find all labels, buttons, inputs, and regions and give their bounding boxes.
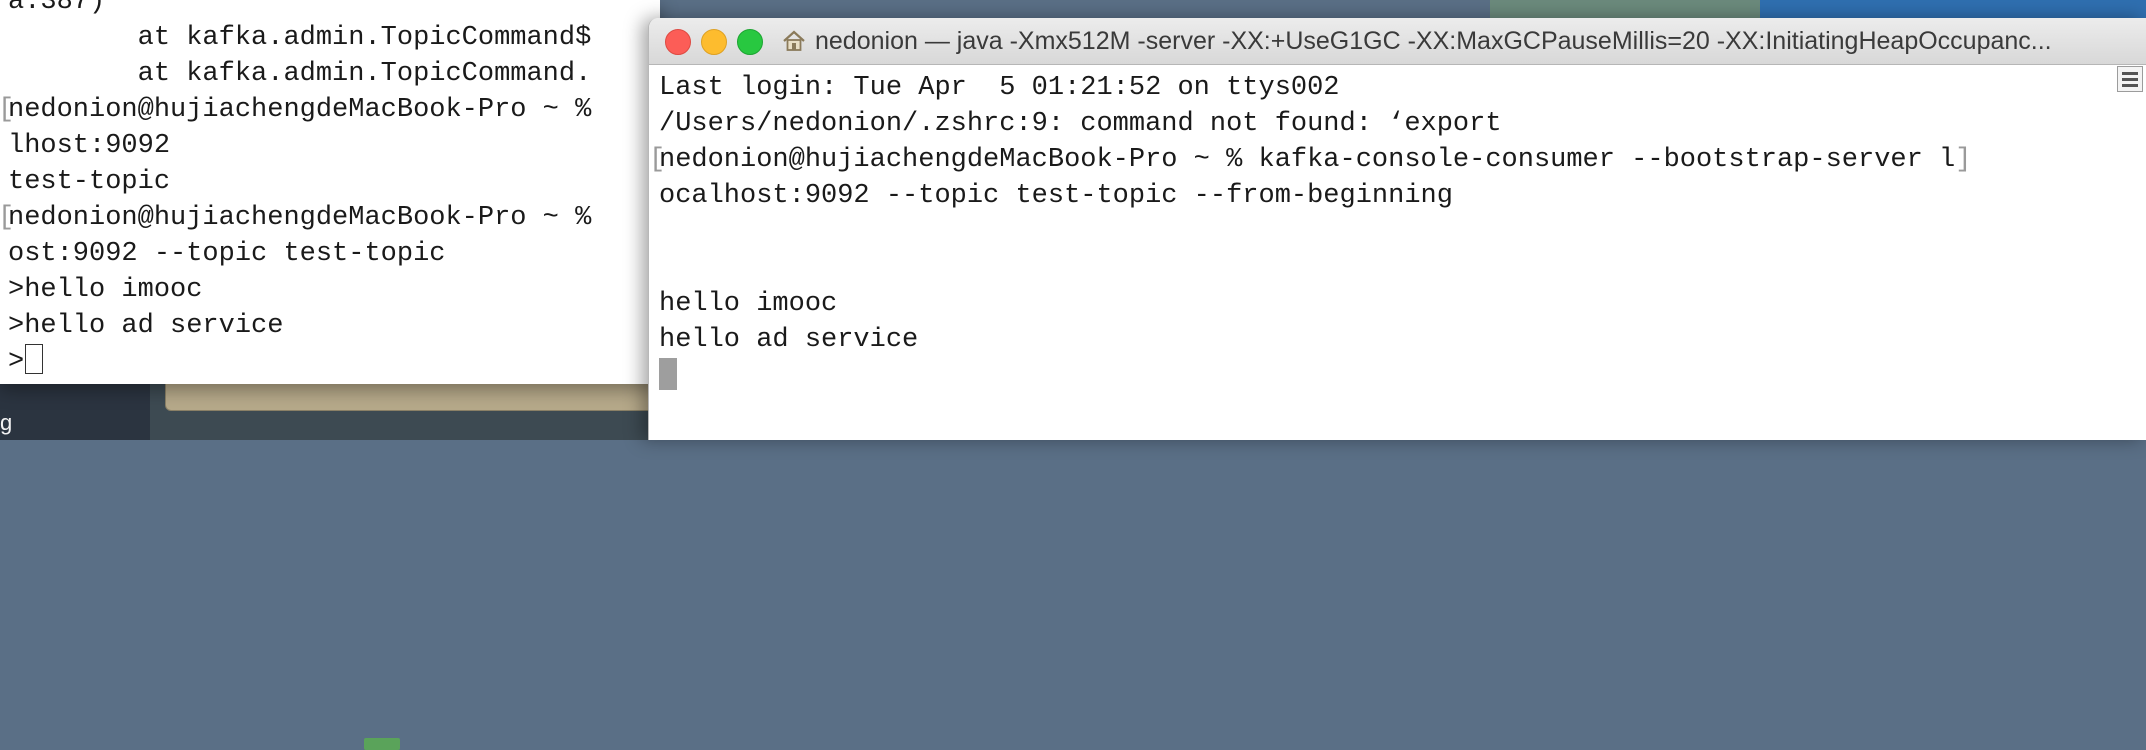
terminal-line-text: nedonion@hujiachengdeMacBook-Pro ~ % [8,203,592,233]
terminal-cursor-line[interactable] [659,358,1971,394]
input-prompt: > [8,347,25,377]
terminal-line-text: lhost:9092 [8,131,171,161]
terminal-line: >hello imooc [8,272,591,308]
terminal-line-text: Last login: Tue Apr 5 01:21:52 on ttys00… [659,73,1340,103]
maximize-button[interactable] [737,29,763,55]
close-button[interactable] [665,29,691,55]
text-cursor [659,358,677,390]
terminal-line-text: nedonion@hujiachengdeMacBook-Pro ~ % kaf… [659,145,1956,175]
front-terminal-window[interactable]: nedonion — java -Xmx512M -server -XX:+Us… [648,18,2146,440]
text-cursor [25,344,44,374]
terminal-line: hello imooc [659,286,1971,322]
terminal-line: at kafka.admin.TopicCommand. [8,56,592,92]
front-terminal-output: Last login: Tue Apr 5 01:21:52 on ttys00… [649,70,1972,394]
back-terminal-window[interactable]: a:387) at kafka.admin.TopicCommand$ at k… [0,0,660,384]
terminal-line-text: test-topic [8,167,171,197]
terminal-line: lhost:9092 [8,128,591,164]
terminal-line-text: ost:9092 --topic test-topic [8,239,446,269]
terminal-line-text: >hello ad service [8,311,284,341]
prompt-marker: [ [649,145,666,175]
terminal-line: [nedonion@hujiachengdeMacBook-Pro ~ % [0,92,592,128]
prompt-marker: [ [0,92,14,128]
terminal-line-text: hello imooc [659,289,838,319]
window-titlebar[interactable]: nedonion — java -Xmx512M -server -XX:+Us… [649,18,2146,65]
terminal-line: test-topic [8,164,591,200]
terminal-input-line[interactable]: > [8,344,591,380]
terminal-line: Last login: Tue Apr 5 01:21:52 on ttys00… [659,70,1971,106]
home-icon [783,30,805,51]
terminal-line-text: nedonion@hujiachengdeMacBook-Pro ~ % [8,95,592,125]
terminal-line: [nedonion@hujiachengdeMacBook-Pro ~ % [0,200,592,236]
terminal-line-text: ocalhost:9092 --topic test-topic --from-… [659,181,1453,211]
terminal-line-text: at kafka.admin.TopicCommand. [8,59,592,89]
minimize-button[interactable] [701,29,727,55]
terminal-line-text: a:387) [8,0,106,17]
scroll-marks-icon[interactable] [2117,66,2143,92]
terminal-line: [nedonion@hujiachengdeMacBook-Pro ~ % ka… [649,142,1972,178]
back-terminal-output: a:387) at kafka.admin.TopicCommand$ at k… [0,0,592,380]
terminal-line: ost:9092 --topic test-topic [8,236,591,272]
terminal-line: hello ad service [659,322,1971,358]
terminal-line: /Users/nedonion/.zshrc:9: command not fo… [659,106,1971,142]
terminal-line: a:387) [8,0,591,20]
window-title: nedonion — java -Xmx512M -server -XX:+Us… [815,27,2052,55]
terminal-line: >hello ad service [8,308,591,344]
terminal-line-text: /Users/nedonion/.zshrc:9: command not fo… [659,109,1502,139]
desktop-icon-label[interactable]: g [0,410,12,436]
terminal-line: ocalhost:9092 --topic test-topic --from-… [659,178,1971,214]
terminal-line-text: >hello imooc [8,275,203,305]
prompt-marker: [ [0,200,14,236]
terminal-line-text: hello ad service [659,325,919,355]
terminal-line-text: at kafka.admin.TopicCommand$ [8,23,592,53]
terminal-line: at kafka.admin.TopicCommand$ [8,20,592,56]
prompt-marker: ] [1955,145,1972,175]
desktop-window-accent [364,738,400,750]
